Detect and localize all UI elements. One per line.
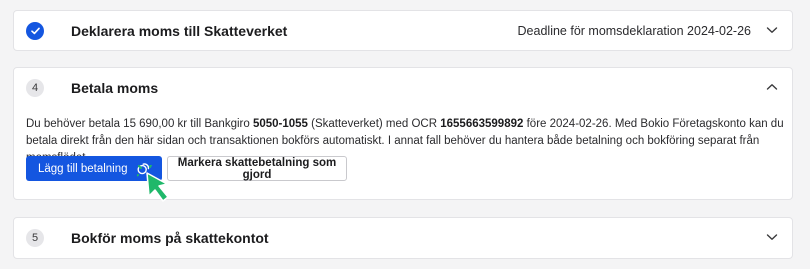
add-payment-button[interactable]: Lägg till betalning	[26, 156, 162, 181]
step-card-betala-moms: 4 Betala moms Du behöver betala 15 690,0…	[13, 67, 793, 200]
step-completed-badge	[26, 22, 44, 40]
ocr-number: 1655663599892	[440, 118, 524, 130]
step-card-deklarera-moms[interactable]: Deklarera moms till Skatteverket Deadlin…	[13, 10, 793, 51]
chevron-down-icon[interactable]	[766, 25, 778, 35]
bankgiro-number: 5050-1055	[252, 118, 308, 130]
mark-payment-done-button[interactable]: Markera skattebetalning som gjord	[167, 156, 347, 181]
step-title: Deklarera moms till Skatteverket	[71, 23, 288, 39]
deadline-text: Deadline för momsdeklaration 2024-02-26	[517, 24, 751, 38]
step-header-betala-moms[interactable]: 4 Betala moms	[14, 68, 792, 108]
step-header-deklarera-moms[interactable]: Deklarera moms till Skatteverket Deadlin…	[14, 11, 792, 51]
step-header-bokfor-moms[interactable]: 5 Bokför moms på skattekontot	[14, 218, 792, 258]
step-title: Betala moms	[71, 80, 159, 96]
chevron-down-icon[interactable]	[766, 232, 778, 242]
coin-icon	[137, 163, 150, 175]
step-card-bokfor-moms[interactable]: 5 Bokför moms på skattekontot	[13, 217, 793, 259]
add-payment-label: Lägg till betalning	[38, 162, 128, 175]
check-icon	[30, 27, 40, 35]
step-title: Bokför moms på skattekontot	[71, 230, 269, 246]
chevron-up-icon[interactable]	[766, 82, 778, 92]
step-number-badge: 5	[26, 229, 44, 247]
step-number-badge: 4	[26, 79, 44, 97]
